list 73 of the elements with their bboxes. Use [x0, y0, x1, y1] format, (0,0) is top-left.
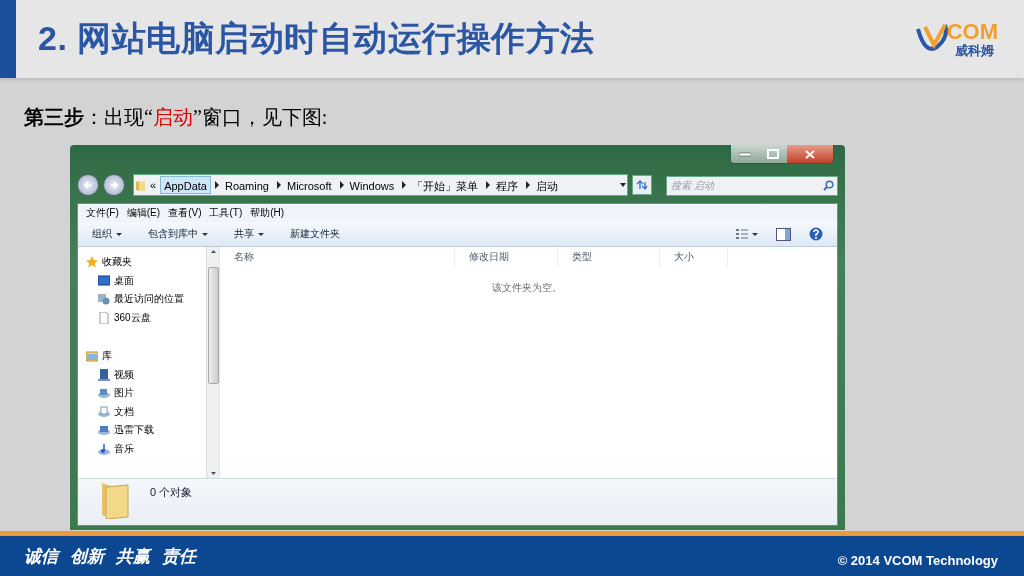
breadcrumb-segment[interactable]: 启动 [532, 176, 563, 195]
preview-pane-icon[interactable] [776, 227, 791, 241]
address-bar[interactable]: « AppData Roaming Microsoft Windows 「开始」菜单 程序 启动 [133, 174, 628, 197]
empty-folder-message: 该文件夹为空。 [492, 281, 563, 295]
desktop-icon [98, 274, 110, 287]
toolbar-button[interactable]: 组织 [86, 227, 128, 241]
search-icon [823, 180, 834, 192]
breadcrumb-segment[interactable]: Roaming [220, 176, 273, 195]
address-overflow-button[interactable]: « [146, 175, 161, 196]
nav-item[interactable]: 文档 [86, 402, 206, 421]
nav-item[interactable]: 视频 [86, 365, 206, 384]
document-icon [98, 311, 110, 324]
column-header[interactable]: 名称 [220, 247, 455, 267]
back-button[interactable] [77, 174, 99, 197]
toolbar-button[interactable]: 共享 [228, 227, 270, 241]
help-icon[interactable] [809, 227, 823, 241]
column-header[interactable]: 修改日期 [455, 247, 558, 267]
menu-item[interactable]: 工具(T) [205, 206, 247, 220]
step-instruction: 第三步：出现“启动”窗口，见下图: [24, 105, 329, 129]
forward-button[interactable] [103, 174, 125, 197]
column-header[interactable]: 大小 [660, 247, 728, 267]
view-options-icon[interactable] [736, 228, 758, 240]
recent-places-icon [98, 293, 110, 306]
breadcrumb-segment[interactable]: AppData [160, 176, 211, 195]
nav-item[interactable]: 桌面 [86, 271, 206, 290]
breadcrumb-segment[interactable]: Windows [345, 176, 399, 195]
download-icon [98, 424, 110, 437]
nav-group-item[interactable]: 库 [86, 347, 206, 366]
slide-title: 2. 网站电脑启动时自动运行操作方法 [38, 18, 596, 59]
breadcrumb-segment[interactable]: 程序 [492, 176, 523, 195]
nav-item[interactable]: 音乐 [86, 439, 206, 458]
close-icon [805, 149, 815, 159]
nav-item[interactable]: 图片 [86, 384, 206, 403]
caret-icon [258, 231, 264, 237]
breadcrumb-segment[interactable]: 「开始」菜单 [408, 176, 483, 195]
motto-text: 责任 [162, 545, 196, 568]
menu-item[interactable]: 文件(F) [82, 206, 123, 220]
folder-icon [134, 178, 146, 193]
documents-icon [98, 405, 110, 418]
toolbar-button[interactable]: 包含到库中 [142, 227, 214, 241]
forward-arrow-icon [109, 180, 119, 191]
copyright-text: © 2014 VCOM Technology [837, 552, 998, 568]
menu-item[interactable]: 查看(V) [164, 206, 206, 220]
maximize-icon [767, 149, 779, 159]
caret-icon [202, 231, 208, 237]
refresh-arrows-icon [636, 180, 648, 191]
motto-text: 共赢 [116, 545, 150, 568]
minimize-icon [739, 151, 751, 157]
logo-text: COM [946, 20, 998, 43]
toolbar-button[interactable]: 新建文件夹 [284, 227, 346, 241]
video-icon [98, 368, 110, 381]
scroll-up-arrow-icon [209, 247, 217, 255]
back-arrow-icon [83, 180, 93, 191]
music-note-icon [98, 442, 110, 455]
scrollbar[interactable] [206, 247, 219, 478]
nav-group-item[interactable]: 收藏夹 [86, 253, 206, 272]
nav-item[interactable]: 迅雷下载 [86, 421, 206, 440]
logo-subtitle: 威科姆 [954, 42, 994, 58]
library-folder-icon [86, 350, 98, 363]
menu-item[interactable]: 帮助(H) [246, 206, 289, 220]
scroll-down-arrow-icon [209, 470, 217, 478]
breadcrumb-segment[interactable]: Microsoft [282, 176, 336, 195]
caret-icon [116, 231, 122, 237]
pictures-icon [98, 387, 110, 400]
nav-item[interactable]: 最近访问的位置 [86, 290, 206, 309]
close-button[interactable] [787, 145, 833, 163]
refresh-button[interactable] [632, 175, 652, 196]
nav-item[interactable]: 360云盘 [86, 308, 206, 327]
column-header[interactable]: 类型 [558, 247, 660, 267]
star-icon [86, 256, 98, 269]
search-field[interactable]: 搜索 启动 [666, 175, 838, 196]
item-count: 0 个对象 [150, 485, 193, 500]
menu-item[interactable]: 编辑(E) [122, 206, 165, 220]
